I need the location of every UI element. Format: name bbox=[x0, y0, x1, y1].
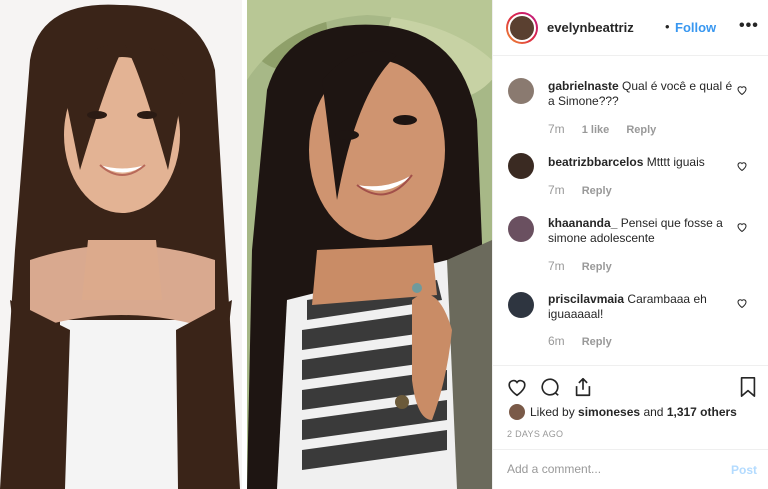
post-actions: Liked by simoneses and 1,317 others 2 DA… bbox=[493, 365, 768, 455]
comment-meta: 7m Reply bbox=[548, 259, 612, 273]
follow-button[interactable]: Follow bbox=[675, 20, 716, 35]
comment-meta: 7m Reply bbox=[548, 183, 612, 197]
heart-icon[interactable] bbox=[736, 84, 748, 96]
liked-by-avatar[interactable] bbox=[509, 404, 525, 420]
comment-input[interactable] bbox=[507, 462, 707, 476]
share-icon[interactable] bbox=[572, 376, 594, 398]
liked-by-text: Liked by simoneses and 1,317 others bbox=[530, 405, 737, 419]
comment-avatar[interactable] bbox=[508, 153, 534, 179]
likes-count[interactable]: 1,317 others bbox=[667, 405, 737, 419]
post-button[interactable]: Post bbox=[731, 463, 757, 477]
photo-left bbox=[0, 0, 242, 489]
comments-list: gabrielnaste Qual é você e qual é a Simo… bbox=[493, 57, 768, 365]
comment-time: 6m bbox=[548, 334, 565, 348]
heart-icon[interactable] bbox=[736, 221, 748, 233]
liked-by-prefix: Liked by bbox=[530, 405, 575, 419]
reply-button[interactable]: Reply bbox=[582, 336, 612, 348]
post-author-username[interactable]: evelynbeattriz bbox=[547, 20, 634, 35]
post-sidebar: evelynbeattriz • Follow ••• gabrielnaste… bbox=[492, 0, 768, 489]
comment-username[interactable]: priscilavmaia bbox=[548, 292, 624, 306]
comment-body: Mtttt iguais bbox=[646, 155, 705, 169]
comment-avatar[interactable] bbox=[508, 292, 534, 318]
comment-username[interactable]: beatrizbbarcelos bbox=[548, 155, 643, 169]
liked-by-user[interactable]: simoneses bbox=[578, 405, 640, 419]
bookmark-icon[interactable] bbox=[737, 376, 759, 398]
liked-by-joiner: and bbox=[643, 405, 664, 419]
comment-time: 7m bbox=[548, 122, 565, 136]
comment-text: gabrielnaste Qual é você e qual é a Simo… bbox=[548, 79, 736, 109]
comment-text: priscilavmaia Carambaaa eh iguaaaaal! bbox=[548, 292, 736, 322]
photo-right bbox=[247, 0, 492, 489]
comment-username[interactable]: gabrielnaste bbox=[548, 79, 619, 93]
comment-meta: 7m 1 like Reply bbox=[548, 122, 656, 136]
reply-button[interactable]: Reply bbox=[626, 124, 656, 136]
comment-likes[interactable]: 1 like bbox=[582, 124, 610, 136]
comment-time: 7m bbox=[548, 259, 565, 273]
heart-icon[interactable] bbox=[506, 376, 528, 398]
separator-dot: • bbox=[665, 19, 670, 34]
post-date[interactable]: 2 DAYS AGO bbox=[507, 429, 563, 439]
comment-username[interactable]: khaananda_ bbox=[548, 216, 617, 230]
reply-button[interactable]: Reply bbox=[582, 185, 612, 197]
comment-icon[interactable] bbox=[539, 376, 561, 398]
avatar[interactable] bbox=[506, 12, 538, 44]
comment-time: 7m bbox=[548, 183, 565, 197]
post-header: evelynbeattriz • Follow ••• bbox=[493, 0, 768, 56]
comment-avatar[interactable] bbox=[508, 78, 534, 104]
add-comment-bar: Post bbox=[493, 449, 768, 489]
reply-button[interactable]: Reply bbox=[582, 261, 612, 273]
comment-meta: 6m Reply bbox=[548, 334, 612, 348]
comment-text: beatrizbbarcelos Mtttt iguais bbox=[548, 155, 736, 170]
heart-icon[interactable] bbox=[736, 160, 748, 172]
heart-icon[interactable] bbox=[736, 297, 748, 309]
post-image[interactable] bbox=[0, 0, 492, 489]
comment-text: khaananda_ Pensei que fosse a simone ado… bbox=[548, 216, 736, 246]
more-options-icon[interactable]: ••• bbox=[739, 17, 759, 35]
comment-avatar[interactable] bbox=[508, 216, 534, 242]
